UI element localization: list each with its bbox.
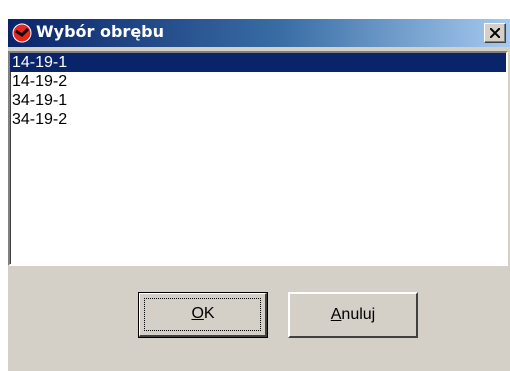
cancel-button[interactable]: Anuluj — [288, 292, 418, 338]
ok-button-label: OK — [191, 305, 214, 322]
app-icon — [12, 23, 32, 43]
ok-mnemonic: O — [191, 305, 204, 322]
list-item[interactable]: 14-19-2 — [10, 72, 506, 91]
dialog-window: Wybór obrębu 14-19-1 14-19-2 34-19-1 34-… — [8, 19, 510, 371]
ok-label-rest: K — [203, 305, 215, 322]
ok-button[interactable]: OK — [138, 292, 268, 338]
cancel-mnemonic: A — [330, 306, 342, 323]
window-title: Wybór obrębu — [36, 22, 165, 41]
obreb-listbox[interactable]: 14-19-1 14-19-2 34-19-1 34-19-2 — [8, 51, 508, 266]
cancel-label-rest: nuluj — [341, 306, 376, 323]
close-icon — [490, 28, 500, 38]
cancel-button-label: Anuluj — [331, 306, 375, 323]
close-button[interactable] — [484, 23, 506, 43]
list-item[interactable]: 14-19-1 — [10, 53, 506, 72]
title-bar[interactable]: Wybór obrębu — [8, 19, 510, 47]
list-item[interactable]: 34-19-1 — [10, 91, 506, 110]
list-item[interactable]: 34-19-2 — [10, 110, 506, 129]
